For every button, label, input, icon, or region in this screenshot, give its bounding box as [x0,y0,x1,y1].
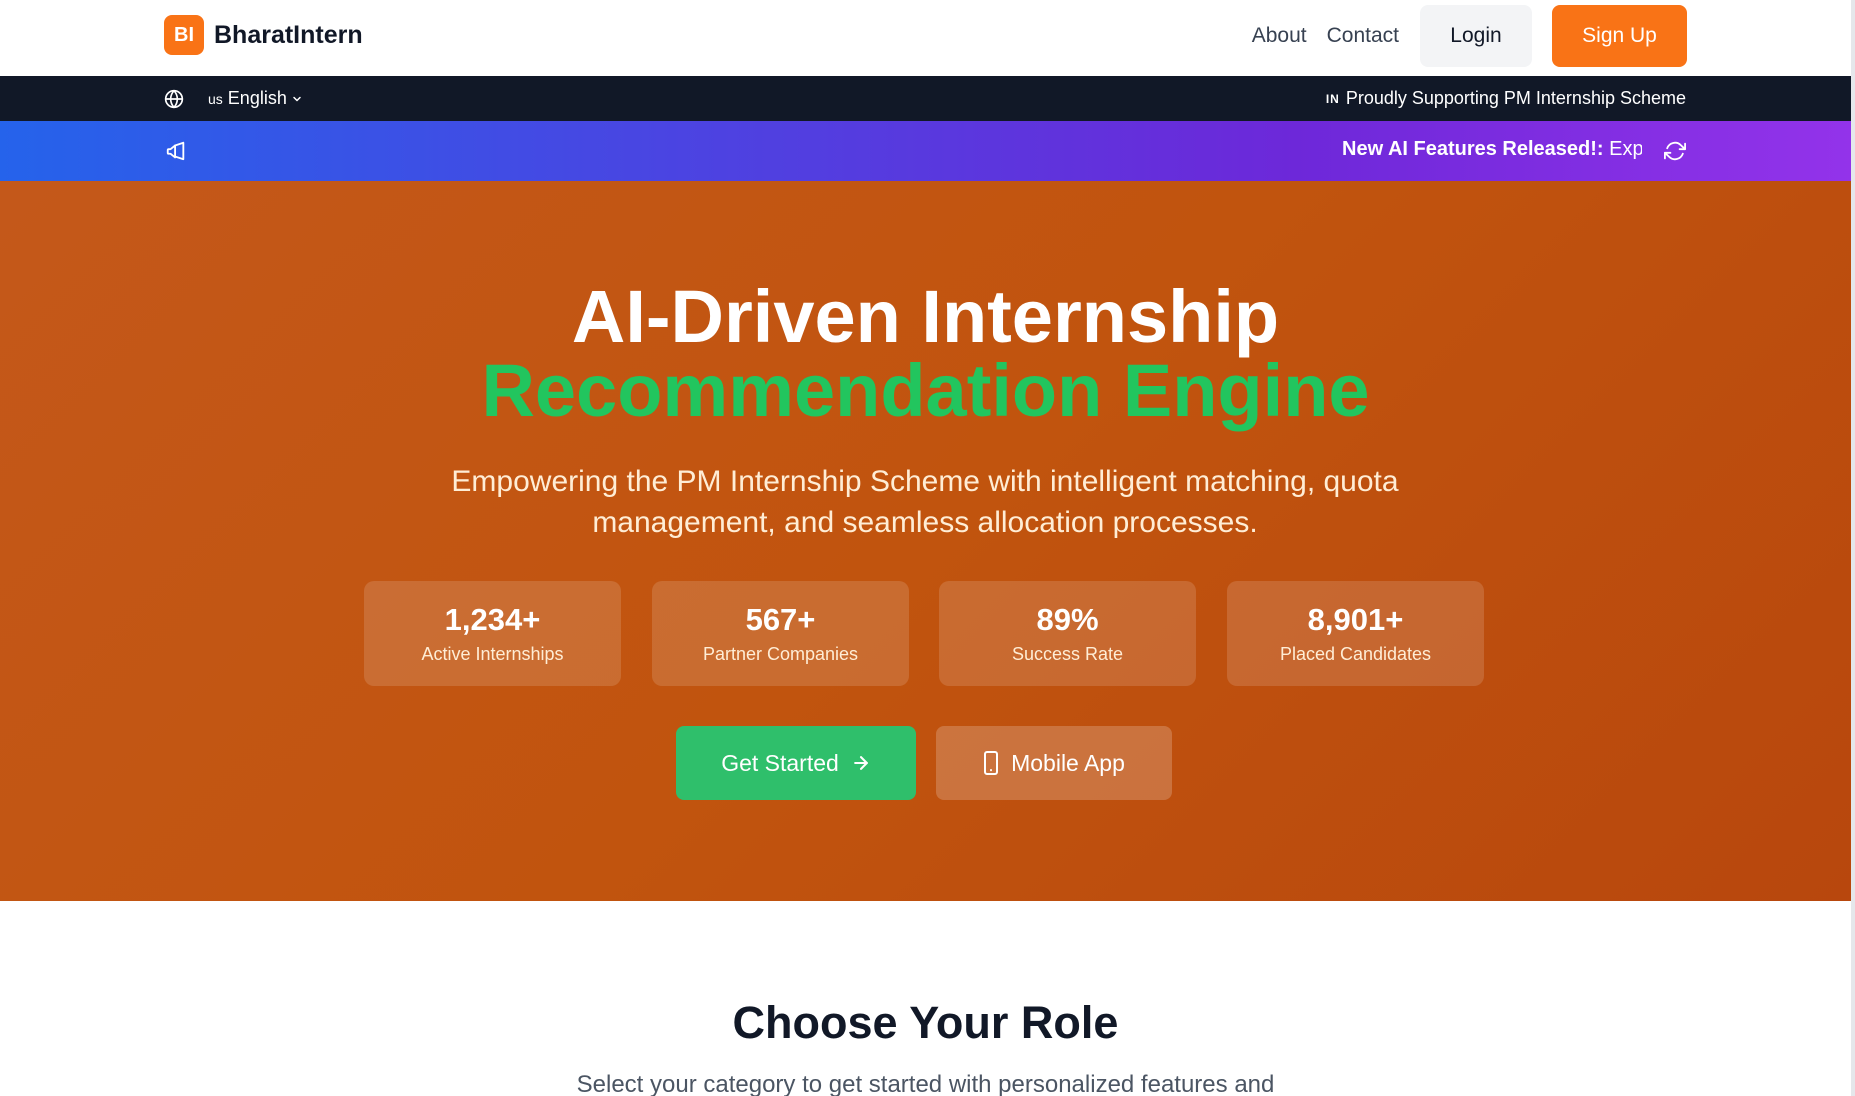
announcement-ticker: New AI Features Released!: Exp [1342,138,1642,161]
stat-label: Success Rate [1011,644,1124,664]
role-section-subtitle: Select your category to get started with… [576,1071,1275,1096]
brand[interactable]: BI BharatIntern [164,15,363,55]
language-code: us [208,90,223,107]
stat-value: 567+ [745,602,816,637]
support-message: IN Proudly Supporting PM Internship Sche… [1326,88,1686,109]
login-button[interactable]: Login [1420,5,1532,67]
megaphone-icon [166,141,185,161]
stat-value: 8,901+ [1307,602,1404,637]
brand-logo: BI [164,15,204,55]
language-support-bar: us English IN Proudly Supporting PM Inte… [0,76,1851,121]
brand-name: BharatIntern [214,20,363,49]
hero-title-line2: Recommendation Engine [481,349,1370,432]
page-scrollbar[interactable] [1851,0,1855,1096]
role-section: Choose Your Role Select your category to… [0,901,1851,1096]
top-navbar: BI BharatIntern About Contact Login Sign… [0,0,1851,76]
language-label: English [227,88,287,108]
stat-card-placed: 8,901+ Placed Candidates [1227,581,1484,686]
announcement-bar: New AI Features Released!: Exp [0,121,1851,181]
refresh-icon[interactable] [1664,140,1686,162]
language-area: us English [164,85,303,112]
hero-section: AI-Driven Internship Recommendation Engi… [0,181,1851,901]
hero-title-line1: AI-Driven Internship [571,275,1280,358]
role-section-title: Choose Your Role [732,997,1119,1048]
arrow-right-icon [853,756,868,770]
stats-row: 1,234+ Active Internships 567+ Partner C… [364,581,1486,686]
announcement-title: New AI Features Released!: [1342,138,1604,160]
mobile-app-label: Mobile App [1011,749,1125,776]
nav-actions: About Contact Login Sign Up [1252,5,1687,67]
stat-label: Partner Companies [702,644,859,664]
get-started-button[interactable]: Get Started [676,726,916,800]
hero-subtitle: Empowering the PM Internship Scheme with… [451,465,1399,539]
nav-link-contact[interactable]: Contact [1327,24,1399,48]
chevron-down-icon [293,96,301,101]
stat-card-internships: 1,234+ Active Internships [364,581,621,686]
nav-link-about[interactable]: About [1252,24,1307,48]
get-started-label: Get Started [721,749,839,776]
smartphone-icon [984,751,999,775]
support-text: Proudly Supporting PM Internship Scheme [1345,88,1686,108]
stat-card-companies: 567+ Partner Companies [652,581,909,686]
stat-value: 1,234+ [444,602,541,637]
stat-value: 89% [1036,602,1099,637]
signup-button[interactable]: Sign Up [1552,5,1687,67]
hero-cta-row: Get Started Mobile App [676,726,1176,800]
stat-label: Placed Candidates [1279,644,1432,664]
stat-label: Active Internships [421,644,564,664]
announcement-text: Exp [1609,138,1642,160]
globe-icon [164,89,184,108]
page: BI BharatIntern About Contact Login Sign… [0,0,1855,1096]
language-select[interactable]: us English [208,88,303,109]
mobile-app-button[interactable]: Mobile App [936,726,1172,800]
stat-card-success-rate: 89% Success Rate [939,581,1196,686]
india-flag-label: IN [1325,91,1340,106]
